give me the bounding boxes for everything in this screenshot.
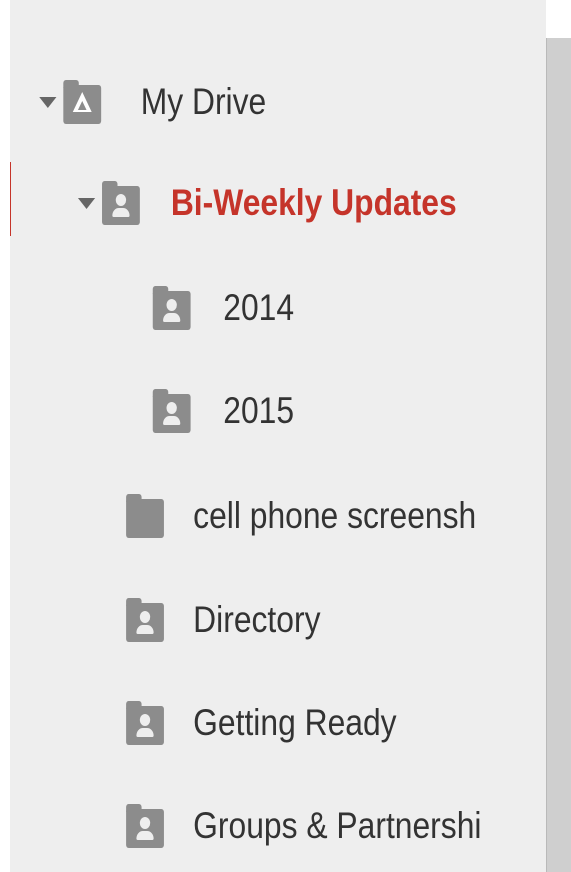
shared-folder-icon xyxy=(102,181,140,225)
folder-icon xyxy=(126,494,164,538)
tree-item-bi-weekly-updates[interactable]: Bi-Weekly Updates xyxy=(10,173,471,233)
tree-item-2015[interactable]: 2015 xyxy=(10,381,471,441)
drive-folder-icon xyxy=(63,80,102,124)
vertical-scrollbar[interactable] xyxy=(546,38,571,872)
tree-item-cell-phone-screenshots[interactable]: cell phone screensh xyxy=(10,486,476,546)
caret-down-icon[interactable] xyxy=(77,197,96,209)
tree-item-groups-partnerships[interactable]: Groups & Partnershi xyxy=(10,796,481,856)
folder-tree-panel: My Drive Bi-Weekly Updates 2014 2015 cel… xyxy=(10,0,546,872)
tree-item-label: Bi-Weekly Updates xyxy=(170,182,457,223)
tree-item-label: Groups & Partnershi xyxy=(193,805,482,846)
shared-folder-icon xyxy=(126,701,164,745)
shared-folder-icon xyxy=(126,598,164,642)
tree-item-label: Getting Ready xyxy=(193,702,397,743)
tree-item-label: cell phone screensh xyxy=(193,495,477,536)
shared-folder-icon xyxy=(126,804,164,848)
tree-item-label: Directory xyxy=(193,599,321,640)
tree-item-my-drive[interactable]: My Drive xyxy=(10,72,471,132)
caret-down-icon[interactable] xyxy=(39,96,57,108)
shared-folder-icon xyxy=(152,389,191,433)
tree-item-2014[interactable]: 2014 xyxy=(10,278,471,338)
shared-folder-icon xyxy=(152,286,191,330)
tree-item-label: 2014 xyxy=(223,287,295,328)
tree-item-label: My Drive xyxy=(140,81,267,122)
tree-item-label: 2015 xyxy=(223,390,295,431)
tree-item-getting-ready[interactable]: Getting Ready xyxy=(10,693,471,753)
tree-item-directory[interactable]: Directory xyxy=(10,590,471,650)
